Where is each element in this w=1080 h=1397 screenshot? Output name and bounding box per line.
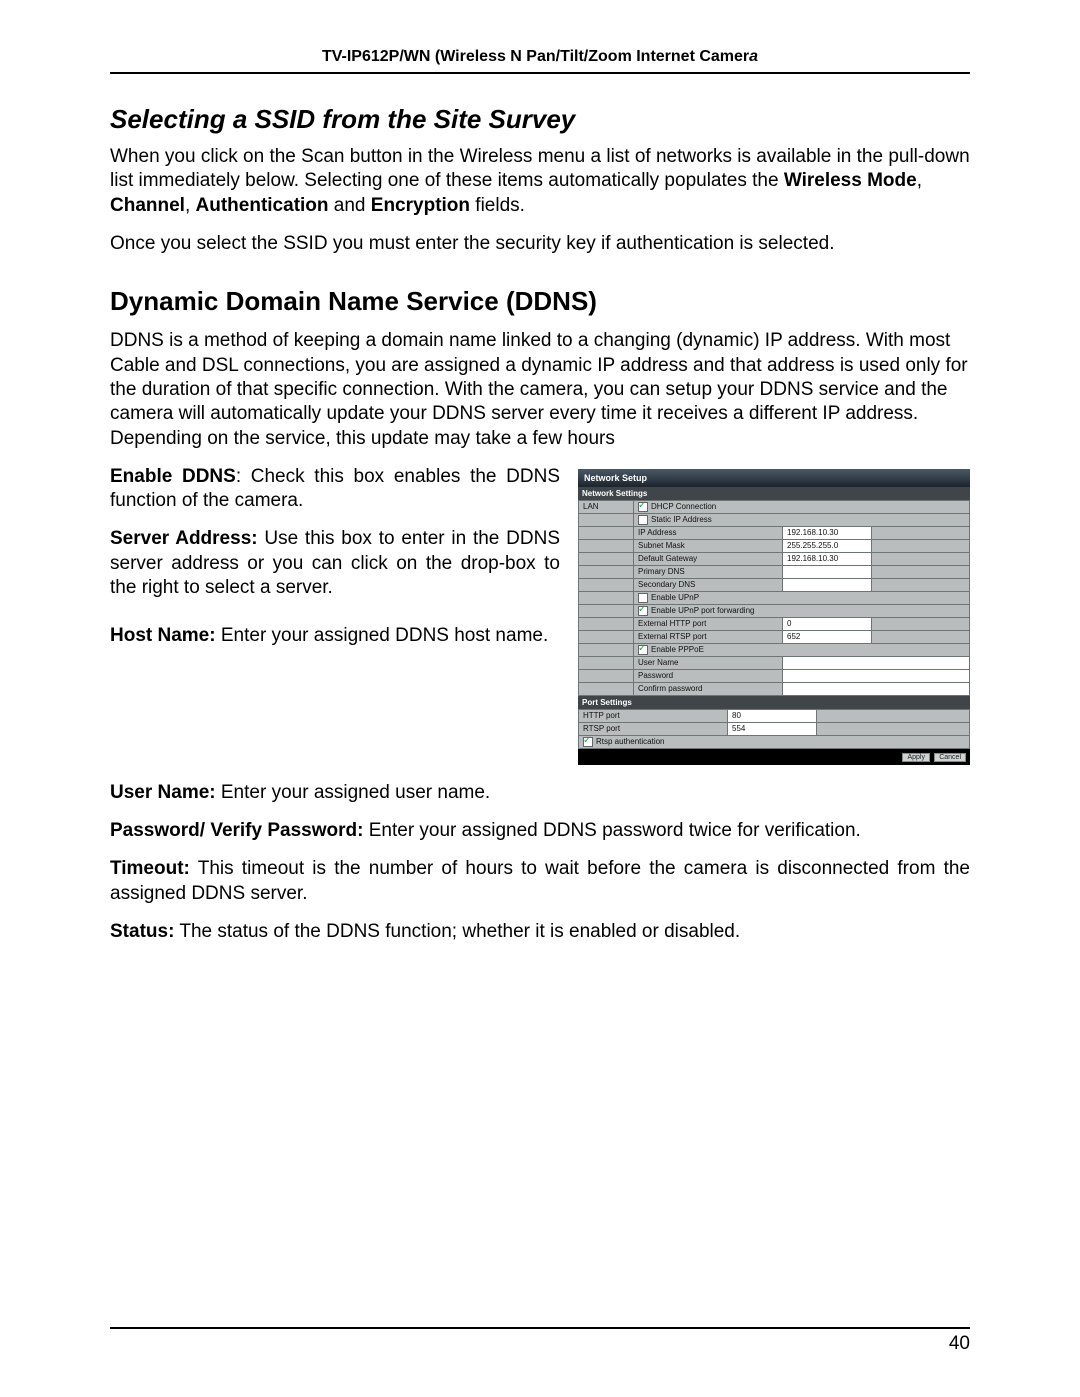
shot-section-port: Port Settings xyxy=(578,696,970,709)
header-model-ital: a xyxy=(749,48,758,65)
shot-lan-label: LAN xyxy=(579,500,634,513)
shot-button-row: Apply Cancel xyxy=(578,749,970,765)
shot-title: Network Setup xyxy=(578,469,970,487)
text: Enable UPnP port forwarding xyxy=(651,606,754,615)
shot-subnet-label: Subnet Mask xyxy=(634,539,783,552)
para-password: Password/ Verify Password: Enter your as… xyxy=(110,819,970,843)
shot-port-table: HTTP port80 RTSP port554 Rtsp authentica… xyxy=(578,709,970,749)
text-bold: Channel xyxy=(110,195,185,216)
shot-subnet-value: 255.255.255.0 xyxy=(783,539,872,552)
heading-ddns: Dynamic Domain Name Service (DDNS) xyxy=(110,286,970,317)
shot-gateway-value: 192.168.10.30 xyxy=(783,552,872,565)
shot-lan-table: LAN DHCP Connection Static IP Address IP… xyxy=(578,500,970,696)
label-bold: Enable DDNS xyxy=(110,466,236,487)
text: Enter your assigned user name. xyxy=(216,782,491,803)
text: The status of the DDNS function; whether… xyxy=(174,921,740,942)
shot-rtsp-value: 554 xyxy=(728,722,817,735)
para-status: Status: The status of the DDNS function;… xyxy=(110,920,970,944)
para-ddns-intro: DDNS is a method of keeping a domain nam… xyxy=(110,329,970,451)
text: Enter your assigned DDNS host name. xyxy=(216,625,549,646)
text: Static IP Address xyxy=(651,515,712,524)
page-number: 40 xyxy=(110,1333,970,1355)
text: , xyxy=(185,195,196,216)
shot-extrtsp-label: External RTSP port xyxy=(634,630,783,643)
shot-http-label: HTTP port xyxy=(579,709,728,722)
shot-confirm-value xyxy=(783,682,970,695)
para-user-name: User Name: Enter your assigned user name… xyxy=(110,781,970,805)
para-ssid-1: When you click on the Scan button in the… xyxy=(110,145,970,218)
header-model: TV-IP612P/WN (Wireless N Pan/Tilt/Zoom I… xyxy=(322,48,749,65)
shot-dhcp-row: DHCP Connection xyxy=(634,500,970,513)
shot-sdns-label: Secondary DNS xyxy=(634,578,783,591)
shot-upnpfwd-row: Enable UPnP port forwarding xyxy=(634,604,970,617)
text: Enter your assigned DDNS password twice … xyxy=(363,820,860,841)
label-bold: Timeout: xyxy=(110,858,190,879)
text-bold: Wireless Mode xyxy=(784,170,917,191)
checkbox-icon xyxy=(638,606,648,616)
checkbox-icon xyxy=(583,737,593,747)
shot-password-label: Password xyxy=(634,669,783,682)
page-header: TV-IP612P/WN (Wireless N Pan/Tilt/Zoom I… xyxy=(110,48,970,70)
label-bold: Status: xyxy=(110,921,174,942)
radio-icon xyxy=(638,502,648,512)
shot-gateway-label: Default Gateway xyxy=(634,552,783,565)
footer-rule xyxy=(110,1327,970,1329)
shot-ip-label: IP Address xyxy=(634,526,783,539)
shot-pdns-label: Primary DNS xyxy=(634,565,783,578)
shot-apply-button: Apply xyxy=(902,753,930,762)
text: This timeout is the number of hours to w… xyxy=(110,858,970,903)
para-ssid-2: Once you select the SSID you must enter … xyxy=(110,232,970,256)
shot-pdns-value xyxy=(783,565,872,578)
text: Rtsp authentication xyxy=(596,737,665,746)
radio-icon xyxy=(638,515,648,525)
shot-username-value xyxy=(783,656,970,669)
text: Enable PPPoE xyxy=(651,645,704,654)
header-rule xyxy=(110,72,970,74)
shot-exthttp-value: 0 xyxy=(783,617,872,630)
shot-upnp-row: Enable UPnP xyxy=(634,591,970,604)
shot-extrtsp-value: 652 xyxy=(783,630,872,643)
checkbox-icon xyxy=(638,593,648,603)
shot-http-value: 80 xyxy=(728,709,817,722)
text: , xyxy=(917,170,922,191)
label-bold: User Name: xyxy=(110,782,216,803)
shot-cancel-button: Cancel xyxy=(934,753,966,762)
shot-rtsp-label: RTSP port xyxy=(579,722,728,735)
page-footer: 40 xyxy=(110,1327,970,1355)
shot-username-label: User Name xyxy=(634,656,783,669)
text-bold: Encryption xyxy=(371,195,470,216)
shot-ip-value: 192.168.10.30 xyxy=(783,526,872,539)
shot-exthttp-label: External HTTP port xyxy=(634,617,783,630)
shot-pppoe-row: Enable PPPoE xyxy=(634,643,970,656)
shot-section-network: Network Settings xyxy=(578,487,970,500)
label-bold: Server Address: xyxy=(110,528,258,549)
para-timeout: Timeout: This timeout is the number of h… xyxy=(110,857,970,906)
checkbox-icon xyxy=(638,645,648,655)
text: and xyxy=(329,195,371,216)
shot-confirm-label: Confirm password xyxy=(634,682,783,695)
text-bold: Authentication xyxy=(196,195,329,216)
text: DHCP Connection xyxy=(651,502,716,511)
shot-sdns-value xyxy=(783,578,872,591)
heading-ssid: Selecting a SSID from the Site Survey xyxy=(110,104,970,135)
label-bold: Host Name: xyxy=(110,625,216,646)
shot-password-value xyxy=(783,669,970,682)
text: fields. xyxy=(470,195,525,216)
network-setup-screenshot: Network Setup Network Settings LAN DHCP … xyxy=(578,469,970,765)
label-bold: Password/ Verify Password: xyxy=(110,820,363,841)
shot-static-row: Static IP Address xyxy=(634,513,970,526)
text: Enable UPnP xyxy=(651,593,699,602)
shot-rtspauth-row: Rtsp authentication xyxy=(579,735,970,748)
